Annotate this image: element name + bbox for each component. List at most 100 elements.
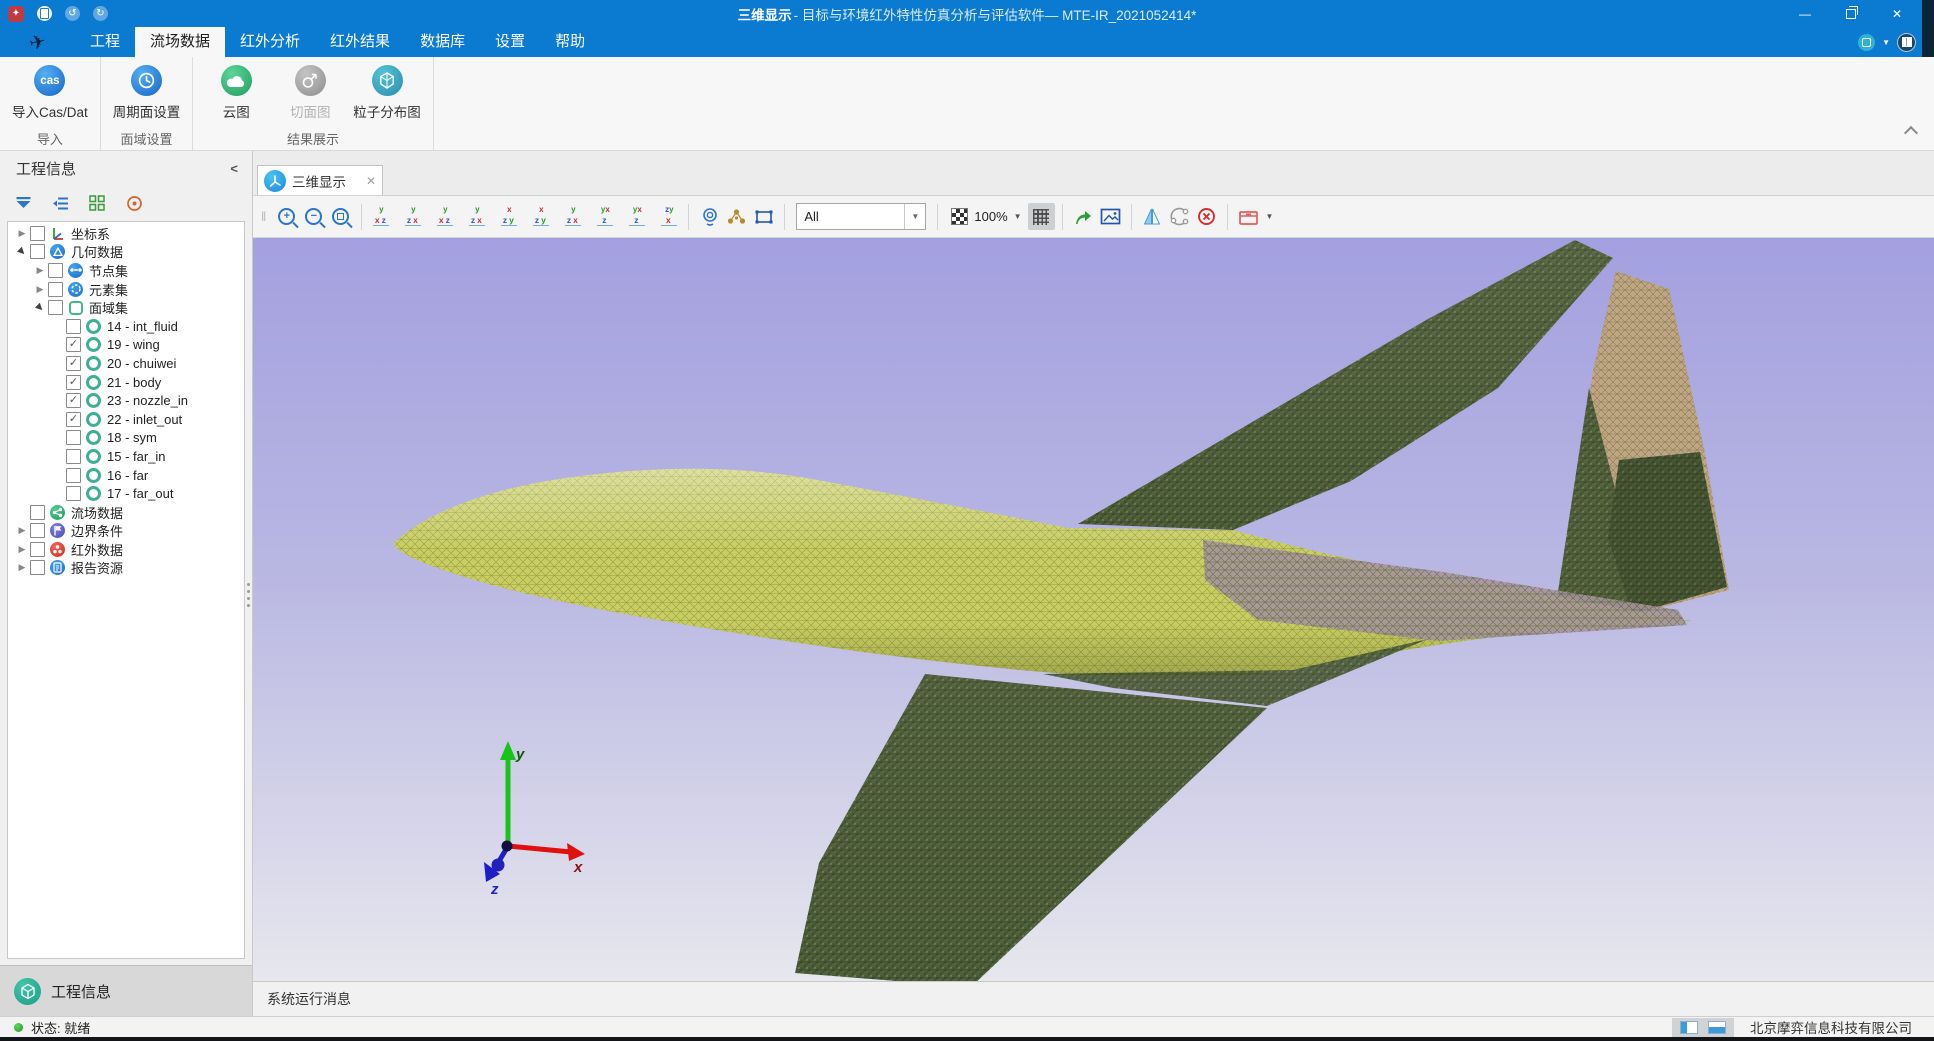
checkbox[interactable]: ✓	[66, 412, 81, 427]
tree-item[interactable]: 15 - far_in	[8, 447, 244, 466]
tree-item[interactable]: ✓22 - inlet_out	[8, 410, 244, 429]
toolbar-drag-handle[interactable]: ‖	[261, 209, 267, 224]
view-iso-back-left-icon[interactable]: yxz	[625, 205, 649, 229]
checkbox[interactable]	[66, 486, 81, 501]
expander-icon[interactable]: ▶	[14, 562, 30, 573]
style-icon[interactable]	[1858, 34, 1875, 51]
tree-item[interactable]: ▶元素集	[8, 280, 244, 299]
tab-3d-view[interactable]: 三维显示 ✕	[257, 165, 383, 195]
snapshot-icon[interactable]	[1097, 203, 1124, 230]
tree-item[interactable]: ✓21 - body	[8, 373, 244, 392]
redo-icon[interactable]: ↻	[93, 6, 108, 21]
tree-item[interactable]: ✓23 - nozzle_in	[8, 391, 244, 410]
view-top-icon[interactable]: xzy	[497, 205, 521, 229]
tree-item[interactable]: ▶面域集	[8, 298, 244, 317]
checkbox[interactable]	[30, 523, 45, 538]
checkbox[interactable]: ✓	[66, 337, 81, 352]
checkbox[interactable]	[66, 468, 81, 483]
panel-collapse-icon[interactable]: <	[230, 161, 238, 176]
export-forward-icon[interactable]	[1070, 203, 1097, 230]
layout-bottom-panel-icon[interactable]	[1708, 1021, 1726, 1034]
tree-item[interactable]: ▶坐标系	[8, 224, 244, 243]
project-info-button[interactable]: 工程信息	[0, 965, 252, 1016]
tree-item[interactable]: ▶红外数据	[8, 540, 244, 559]
expander-icon[interactable]: ▶	[14, 544, 30, 555]
undo-icon[interactable]: ↺	[65, 6, 80, 21]
zoom-in-icon[interactable]: +	[273, 203, 300, 230]
minimize-button[interactable]: —	[1782, 0, 1828, 27]
view-front-icon[interactable]: yxz	[369, 205, 393, 229]
checkbox[interactable]	[48, 300, 63, 315]
viewport-3d[interactable]: y x z	[253, 238, 1934, 981]
splitter-handle[interactable]	[247, 583, 250, 607]
mesh-toggle-icon[interactable]	[1028, 203, 1055, 230]
maximize-button[interactable]	[1828, 0, 1874, 27]
ribbon-button-clock[interactable]: 周期面设置	[109, 65, 185, 121]
expander-icon[interactable]: ▶	[12, 242, 31, 261]
zoom-out-icon[interactable]: −	[300, 203, 327, 230]
tree-item[interactable]: ✓20 - chuiwei	[8, 354, 244, 373]
checkbox[interactable]	[48, 282, 63, 297]
menu-item-6[interactable]: 帮助	[540, 27, 600, 57]
checkbox[interactable]	[30, 226, 45, 241]
checkbox[interactable]	[48, 263, 63, 278]
target-icon[interactable]	[123, 192, 145, 214]
probe-icon[interactable]	[696, 203, 723, 230]
cancel-icon[interactable]	[1193, 203, 1220, 230]
tree-item[interactable]: ▶节点集	[8, 261, 244, 280]
tree-item[interactable]: 14 - int_fluid	[8, 317, 244, 336]
sphere-section-icon[interactable]	[1166, 203, 1193, 230]
new-file-icon[interactable]	[37, 6, 52, 21]
filter-icon[interactable]	[12, 192, 34, 214]
layout-left-panel-icon[interactable]	[1680, 1021, 1698, 1034]
tree-item[interactable]: 流场数据	[8, 503, 244, 522]
view-bottom-icon[interactable]: xzy	[529, 205, 553, 229]
menu-item-5[interactable]: 设置	[480, 27, 540, 57]
menu-item-2[interactable]: 红外分析	[225, 27, 315, 57]
checkbox[interactable]	[66, 430, 81, 445]
menu-item-0[interactable]: 工程	[75, 27, 135, 57]
ribbon-button-cas[interactable]: cas导入Cas/Dat	[8, 65, 92, 121]
tree-item[interactable]: 18 - sym	[8, 429, 244, 448]
tree-item[interactable]: ✓19 - wing	[8, 336, 244, 355]
checkbox[interactable]	[30, 505, 45, 520]
view-left-icon[interactable]: yxz	[433, 205, 457, 229]
chevron-down-icon[interactable]: ▼	[1266, 212, 1274, 221]
app-icon[interactable]: ✦	[8, 6, 24, 22]
help-panel-icon[interactable]	[1897, 33, 1916, 52]
view-iso-front-left-icon[interactable]: yzx	[561, 205, 585, 229]
expander-icon[interactable]: ▶	[32, 284, 48, 295]
list-settings-icon[interactable]	[49, 192, 71, 214]
tree-item[interactable]: 16 - far	[8, 466, 244, 485]
ribbon-button-particle[interactable]: 粒子分布图	[349, 65, 425, 121]
checkbox[interactable]: ✓	[66, 356, 81, 371]
grid-view-icon[interactable]	[86, 192, 108, 214]
checkbox[interactable]	[30, 542, 45, 557]
view-iso-back-right-icon[interactable]: zyx	[657, 205, 681, 229]
checkbox[interactable]: ✓	[66, 375, 81, 390]
zoom-fit-icon[interactable]	[327, 203, 354, 230]
tree-item[interactable]: ▶报告资源	[8, 559, 244, 578]
tab-close-icon[interactable]: ✕	[366, 174, 376, 188]
chevron-down-icon[interactable]: ▼	[1882, 38, 1890, 47]
mirror-icon[interactable]	[1139, 203, 1166, 230]
menu-item-4[interactable]: 数据库	[405, 27, 480, 57]
expander-icon[interactable]: ▶	[32, 265, 48, 276]
view-back-icon[interactable]: yzx	[401, 205, 425, 229]
nodes-icon[interactable]	[723, 203, 750, 230]
archive-box-icon[interactable]	[1235, 203, 1262, 230]
expander-icon[interactable]: ▶	[14, 228, 30, 239]
checkbox[interactable]: ✓	[66, 393, 81, 408]
checkbox[interactable]	[66, 319, 81, 334]
checkbox[interactable]	[66, 449, 81, 464]
box-select-icon[interactable]	[750, 203, 777, 230]
menu-item-1[interactable]: 流场数据	[135, 27, 225, 57]
tree-item[interactable]: ▶几何数据	[8, 243, 244, 262]
view-right-icon[interactable]: yzx	[465, 205, 489, 229]
tree-item[interactable]: 17 - far_out	[8, 484, 244, 503]
expander-icon[interactable]: ▶	[14, 525, 30, 536]
view-iso-front-right-icon[interactable]: yxz	[593, 205, 617, 229]
expander-icon[interactable]: ▶	[30, 298, 49, 317]
tree-item[interactable]: ▶边界条件	[8, 522, 244, 541]
menu-item-3[interactable]: 红外结果	[315, 27, 405, 57]
